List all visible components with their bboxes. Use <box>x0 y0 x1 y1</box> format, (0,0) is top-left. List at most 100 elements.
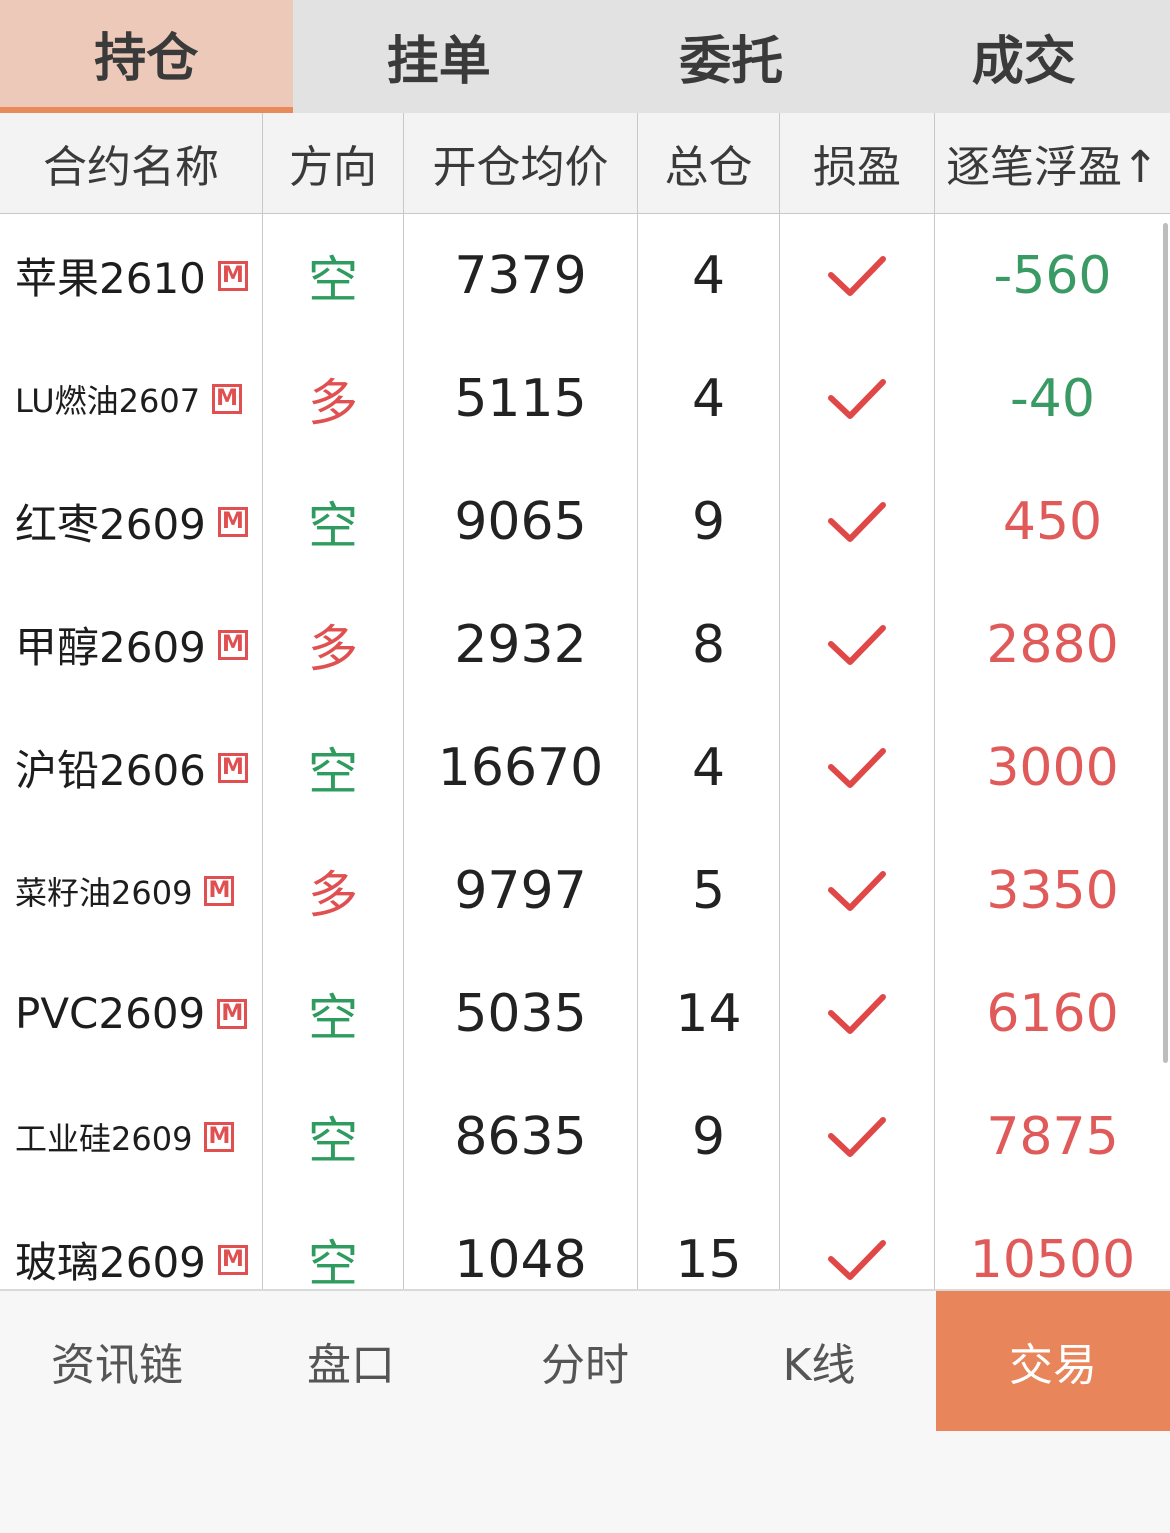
float-pnl-cell: 6160 <box>935 952 1170 1075</box>
contract-cell: 苹果2610 M <box>0 214 263 337</box>
market-badge-icon: M <box>217 506 248 537</box>
table-row[interactable]: 沪铅2606 M 空 16670 4 3000 <box>0 706 1170 831</box>
float-pnl-value: 3000 <box>986 737 1119 798</box>
col-header-total[interactable]: 总仓 <box>638 113 780 213</box>
avg-price-cell: 5035 <box>404 952 638 1075</box>
col-header-direction[interactable]: 方向 <box>263 113 404 213</box>
direction-value: 多 <box>308 619 358 678</box>
col-header-contract[interactable]: 合约名称 <box>0 113 263 213</box>
total-value: 8 <box>691 614 726 675</box>
avg-price-value: 2932 <box>454 614 587 675</box>
contract-name: 玻璃2609 <box>15 1238 206 1287</box>
direction-cell: 空 <box>263 706 404 829</box>
position-table: 合约名称 方向 开仓均价 总仓 损盈 逐笔浮盈↑ 苹果2610 M 空 7379 4 -5… <box>0 113 1170 1289</box>
direction-value: 空 <box>308 1234 358 1290</box>
stop-cell[interactable] <box>780 706 935 829</box>
contract-name: 工业硅2609 <box>15 1119 193 1158</box>
check-icon[interactable] <box>826 500 888 544</box>
total-value: 4 <box>691 368 726 429</box>
avg-price-cell: 9797 <box>404 829 638 952</box>
tab-0[interactable]: 持仓 <box>0 0 293 113</box>
avg-price-value: 9065 <box>454 491 587 552</box>
contract-cell: 沪铅2606 M <box>0 706 263 829</box>
total-cell: 15 <box>638 1198 780 1289</box>
nav-item-2[interactable]: 分时 <box>468 1291 702 1431</box>
table-row[interactable]: 工业硅2609 M 空 8635 9 7875 <box>0 1075 1170 1200</box>
bottom-nav: 资讯链 盘口 分时 K线 交易 <box>0 1289 1170 1431</box>
market-badge-icon: M <box>204 1121 235 1152</box>
avg-price-value: 9797 <box>454 860 587 921</box>
stop-cell[interactable] <box>780 952 935 1075</box>
table-row[interactable]: PVC2609 M 空 5035 14 6160 <box>0 952 1170 1077</box>
float-pnl-cell: 3350 <box>935 829 1170 952</box>
tab-1[interactable]: 挂单 <box>293 0 586 113</box>
total-value: 4 <box>691 737 726 798</box>
stop-cell[interactable] <box>780 460 935 583</box>
contract-name: LU燃油2607 <box>15 381 201 420</box>
market-badge-icon: M <box>217 752 248 783</box>
tab-2[interactable]: 委托 <box>585 0 878 113</box>
avg-price-value: 1048 <box>454 1229 587 1290</box>
avg-price-value: 7379 <box>454 245 587 306</box>
check-icon[interactable] <box>826 254 888 298</box>
nav-item-0[interactable]: 资讯链 <box>0 1291 234 1431</box>
total-value: 9 <box>691 1106 726 1167</box>
check-icon[interactable] <box>826 992 888 1036</box>
contract-name: PVC2609 <box>15 989 206 1038</box>
contract-cell: 工业硅2609 M <box>0 1075 263 1198</box>
check-icon[interactable] <box>826 1238 888 1282</box>
total-value: 5 <box>691 860 726 921</box>
avg-price-cell: 5115 <box>404 337 638 460</box>
check-icon[interactable] <box>826 377 888 421</box>
direction-cell: 空 <box>263 1075 404 1198</box>
nav-item-3[interactable]: K线 <box>702 1291 936 1431</box>
stop-cell[interactable] <box>780 1075 935 1198</box>
float-pnl-value: 450 <box>1002 491 1103 552</box>
col-header-float-pnl[interactable]: 逐笔浮盈↑ <box>935 113 1170 213</box>
stop-cell[interactable] <box>780 829 935 952</box>
contract-cell: 甲醇2609 M <box>0 583 263 706</box>
total-cell: 4 <box>638 214 780 337</box>
float-pnl-value: 10500 <box>969 1229 1136 1290</box>
float-pnl-value: 6160 <box>986 983 1119 1044</box>
col-header-avg-price[interactable]: 开仓均价 <box>404 113 638 213</box>
direction-cell: 空 <box>263 460 404 583</box>
float-pnl-cell: 3000 <box>935 706 1170 829</box>
stop-cell[interactable] <box>780 1198 935 1289</box>
scrollbar[interactable] <box>1163 223 1168 1063</box>
float-pnl-value: 2880 <box>986 614 1119 675</box>
direction-value: 空 <box>308 496 358 555</box>
stop-cell[interactable] <box>780 337 935 460</box>
float-pnl-value: 3350 <box>986 860 1119 921</box>
table-row[interactable]: 甲醇2609 M 多 2932 8 2880 <box>0 583 1170 708</box>
check-icon[interactable] <box>826 869 888 913</box>
market-badge-icon: M <box>217 998 248 1029</box>
check-icon[interactable] <box>826 623 888 667</box>
nav-item-1[interactable]: 盘口 <box>234 1291 468 1431</box>
table-row[interactable]: LU燃油2607 M 多 5115 4 -40 <box>0 337 1170 462</box>
check-icon[interactable] <box>826 1115 888 1159</box>
direction-cell: 空 <box>263 952 404 1075</box>
avg-price-value: 5035 <box>454 983 587 1044</box>
direction-cell: 空 <box>263 214 404 337</box>
tab-3[interactable]: 成交 <box>878 0 1170 113</box>
col-header-stop[interactable]: 损盈 <box>780 113 935 213</box>
total-cell: 9 <box>638 460 780 583</box>
contract-cell: PVC2609 M <box>0 952 263 1075</box>
table-row[interactable]: 菜籽油2609 M 多 9797 5 3350 <box>0 829 1170 954</box>
direction-value: 多 <box>308 373 358 432</box>
total-value: 9 <box>691 491 726 552</box>
table-row[interactable]: 玻璃2609 M 空 1048 15 10500 <box>0 1198 1170 1289</box>
nav-item-4[interactable]: 交易 <box>936 1291 1170 1431</box>
contract-cell: 红枣2609 M <box>0 460 263 583</box>
table-row[interactable]: 苹果2610 M 空 7379 4 -560 <box>0 214 1170 339</box>
total-cell: 9 <box>638 1075 780 1198</box>
check-icon[interactable] <box>826 746 888 790</box>
contract-name: 甲醇2609 <box>15 623 206 672</box>
total-value: 14 <box>675 983 742 1044</box>
stop-cell[interactable] <box>780 214 935 337</box>
float-pnl-cell: 2880 <box>935 583 1170 706</box>
table-row[interactable]: 红枣2609 M 空 9065 9 450 <box>0 460 1170 585</box>
stop-cell[interactable] <box>780 583 935 706</box>
market-badge-icon: M <box>204 875 235 906</box>
